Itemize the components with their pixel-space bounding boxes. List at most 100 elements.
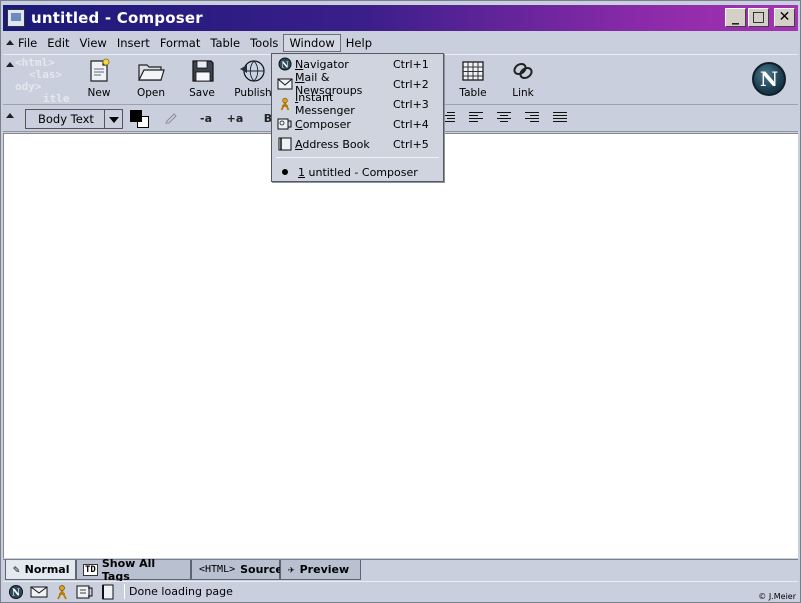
netscape-throbber-logo[interactable]: N: [752, 62, 786, 96]
align-left-icon[interactable]: [469, 112, 483, 124]
table-label: Table: [459, 87, 487, 99]
html-watermark-logo: <html> <las> ody> itle: [15, 57, 77, 105]
menu-window[interactable]: Window: [283, 34, 341, 52]
paragraph-style-value: Body Text: [38, 112, 94, 126]
menu-shortcut: Ctrl+2: [393, 77, 429, 91]
menu-shortcut: Ctrl+1: [393, 57, 429, 71]
window-menu-item-address-book[interactable]: Address Book Ctrl+5: [272, 134, 443, 154]
window-controls: _ □ ✕: [725, 8, 795, 27]
toolbar-collapse-grip[interactable]: [3, 55, 14, 106]
menu-insert[interactable]: Insert: [112, 35, 155, 51]
table-icon: [462, 61, 484, 81]
close-button[interactable]: ✕: [774, 8, 795, 27]
tab-show-all-tags[interactable]: TD Show All Tags: [76, 556, 191, 583]
formatbar-collapse-grip[interactable]: [3, 106, 14, 132]
window-title: untitled - Composer: [31, 9, 203, 27]
window-menu-item-composer[interactable]: Composer Ctrl+4: [272, 114, 443, 134]
svg-text:N: N: [281, 60, 288, 70]
navigator-icon: N: [277, 57, 293, 71]
active-window-bullet-icon: [282, 169, 288, 175]
copyright-watermark: © J.Meier: [758, 592, 796, 601]
menubar-collapse-grip[interactable]: [3, 33, 14, 53]
menu-file[interactable]: File: [13, 35, 42, 51]
text-color-picker[interactable]: [130, 110, 152, 129]
composer-app-icon[interactable]: [7, 9, 25, 27]
composer-icon: [277, 117, 293, 131]
link-button[interactable]: Link: [499, 57, 547, 103]
menu-label: Composer: [295, 117, 351, 131]
new-button[interactable]: New: [75, 57, 123, 103]
menu-tools[interactable]: Tools: [245, 35, 283, 51]
menu-shortcut: Ctrl+5: [393, 137, 429, 151]
link-icon: [513, 62, 533, 80]
align-center-icon[interactable]: [497, 112, 511, 124]
address-book-icon[interactable]: [98, 584, 118, 600]
link-label: Link: [512, 87, 534, 99]
tab-normal[interactable]: ✎ Normal: [5, 560, 76, 580]
new-label: New: [87, 87, 111, 99]
address-book-icon: [277, 137, 293, 151]
composer-window: untitled - Composer _ □ ✕ File Edit View…: [0, 0, 801, 603]
html-source-icon: <HTML>: [199, 563, 236, 575]
edit-mode-tabbar: ✎ Normal TD Show All Tags <HTML> Source …: [3, 556, 798, 583]
menu-edit[interactable]: Edit: [42, 35, 74, 51]
menu-shortcut: Ctrl+3: [393, 97, 429, 111]
menu-label: 1 untitled - Composer: [298, 165, 418, 179]
window-menu-dropdown: N Navigator Ctrl+1 Mail & Newsgroups Ctr…: [271, 53, 444, 182]
window-menu-item-open-window[interactable]: 1 untitled - Composer: [272, 162, 443, 182]
menu-view[interactable]: View: [75, 35, 112, 51]
menu-table[interactable]: Table: [205, 35, 245, 51]
mail-icon: [277, 77, 293, 91]
highlight-pen-icon[interactable]: [163, 110, 179, 128]
svg-text:N: N: [12, 588, 20, 598]
publish-label: Publish: [234, 87, 272, 99]
title-bar[interactable]: untitled - Composer _ □ ✕: [3, 5, 798, 31]
justify-icon[interactable]: [553, 112, 567, 124]
text-color-swatch[interactable]: [130, 110, 142, 122]
menu-bar: File Edit View Insert Format Table Tools…: [3, 33, 798, 53]
tab-source-label: Source: [240, 563, 283, 576]
mail-icon[interactable]: [29, 584, 49, 600]
floppy-icon: [192, 60, 214, 82]
chevron-down-icon[interactable]: [104, 110, 122, 128]
navigator-icon[interactable]: N: [6, 584, 26, 600]
composer-icon[interactable]: [75, 584, 95, 600]
tab-preview-label: Preview: [299, 563, 350, 576]
messenger-icon: [277, 97, 293, 111]
font-smaller-button[interactable]: -a: [195, 110, 217, 128]
publish-button[interactable]: Publish: [229, 57, 277, 103]
align-right-icon[interactable]: [525, 112, 539, 124]
maximize-button[interactable]: □: [748, 8, 769, 27]
pencil-icon: ✎: [13, 562, 20, 576]
tab-show-all-tags-label: Show All Tags: [101, 556, 156, 583]
minimize-button[interactable]: _: [725, 8, 746, 27]
preview-icon: ✈: [288, 562, 295, 576]
td-tag-icon: TD: [83, 563, 98, 576]
new-page-icon: [90, 58, 110, 82]
globe-icon: [240, 60, 265, 82]
menu-label: Address Book: [295, 137, 370, 151]
menu-help[interactable]: Help: [341, 35, 377, 51]
table-button[interactable]: Table: [449, 57, 497, 103]
status-text: Done loading page: [129, 585, 233, 598]
save-label: Save: [189, 87, 215, 99]
tab-source[interactable]: <HTML> Source: [191, 560, 283, 580]
messenger-icon[interactable]: [52, 584, 72, 600]
open-label: Open: [136, 87, 166, 99]
paragraph-style-select[interactable]: Body Text: [25, 109, 123, 129]
save-button[interactable]: Save: [178, 57, 226, 103]
status-divider: [124, 584, 125, 599]
folder-icon: [138, 64, 165, 81]
document-edit-area[interactable]: [3, 133, 798, 558]
menu-label: Navigator: [295, 57, 349, 71]
font-larger-button[interactable]: +a: [224, 110, 246, 128]
status-bar: N Done loading page © J.Meier: [3, 581, 798, 601]
menu-shortcut: Ctrl+4: [393, 117, 429, 131]
logo-line: itle: [43, 92, 70, 105]
tab-normal-label: Normal: [24, 563, 70, 576]
open-button[interactable]: Open: [127, 57, 175, 103]
menu-separator: [276, 157, 439, 158]
window-menu-item-messenger[interactable]: Instant Messenger Ctrl+3: [272, 91, 443, 117]
menu-format[interactable]: Format: [155, 35, 206, 51]
tab-preview[interactable]: ✈ Preview: [280, 560, 361, 580]
